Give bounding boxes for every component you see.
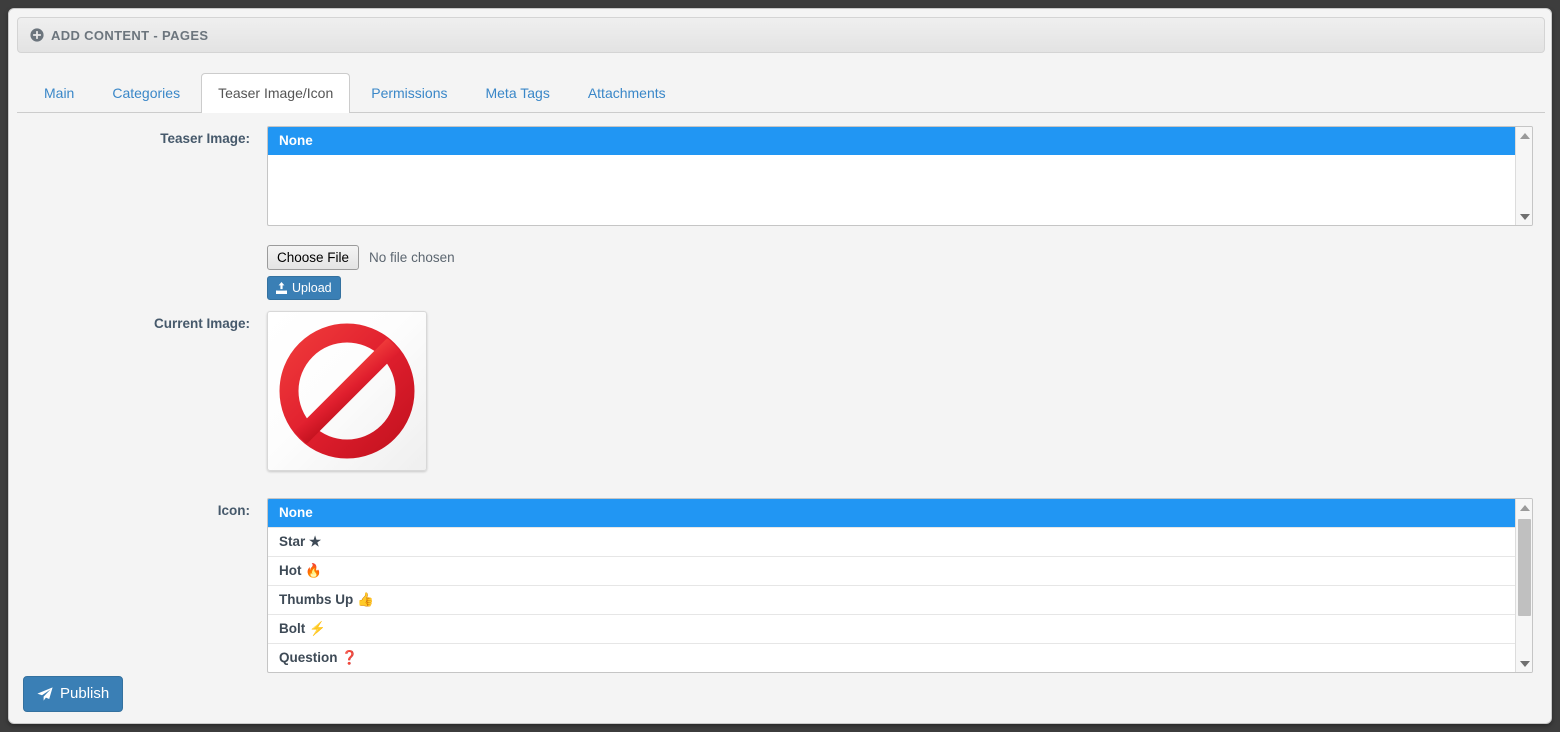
- no-entry-sign-icon: [277, 321, 417, 461]
- thumbs-up-icon: 👍: [357, 592, 374, 607]
- scroll-up-arrow-icon[interactable]: [1516, 499, 1532, 516]
- icon-label: Icon:: [217, 503, 250, 518]
- file-input-group[interactable]: Choose File No file chosen: [267, 245, 455, 270]
- icon-option-hot[interactable]: Hot 🔥: [268, 557, 1515, 586]
- star-icon: ★: [309, 534, 322, 549]
- page-title: ADD CONTENT - PAGES: [51, 27, 209, 43]
- icon-row: Icon: None Star ★ Hot 🔥 Thumbs Up 👍 Bolt…: [9, 498, 1533, 673]
- tab-bar: Main Categories Teaser Image/Icon Permis…: [17, 65, 1545, 113]
- icon-option-bolt[interactable]: Bolt ⚡: [268, 615, 1515, 644]
- upload-icon: [276, 282, 287, 294]
- tab-teaser-image-icon[interactable]: Teaser Image/Icon: [201, 73, 351, 113]
- icon-option-none[interactable]: None: [268, 499, 1515, 528]
- icon-option-question[interactable]: Question ❓: [268, 644, 1515, 672]
- plus-circle-icon: [30, 28, 44, 42]
- scrollbar-thumb[interactable]: [1518, 518, 1531, 617]
- tab-permissions[interactable]: Permissions: [354, 73, 464, 112]
- choose-file-button[interactable]: Choose File: [267, 245, 360, 270]
- content-panel: ADD CONTENT - PAGES Main Categories Teas…: [8, 8, 1552, 724]
- current-image-thumbnail[interactable]: [267, 311, 427, 471]
- icon-option-thumbs-up[interactable]: Thumbs Up 👍: [268, 586, 1515, 615]
- no-file-chosen-text: No file chosen: [369, 250, 455, 265]
- tab-main[interactable]: Main: [27, 73, 91, 112]
- scroll-down-arrow-icon[interactable]: [1516, 208, 1532, 225]
- icon-list-scrollbar[interactable]: [1515, 499, 1532, 672]
- fire-icon: 🔥: [305, 563, 323, 578]
- teaser-image-scrollbar[interactable]: [1515, 127, 1532, 225]
- scroll-up-arrow-icon[interactable]: [1516, 127, 1532, 144]
- question-icon: ❓: [341, 650, 359, 665]
- icon-option-star[interactable]: Star ★: [268, 528, 1515, 557]
- teaser-image-option-none[interactable]: None: [268, 127, 1515, 155]
- bolt-icon: ⚡: [309, 621, 326, 636]
- upload-row: Choose File No file chosen Upload: [9, 245, 455, 300]
- panel-header: ADD CONTENT - PAGES: [17, 17, 1545, 53]
- publish-button-label: Publish: [60, 685, 110, 702]
- teaser-image-listbox[interactable]: None: [267, 126, 1533, 226]
- icon-listbox[interactable]: None Star ★ Hot 🔥 Thumbs Up 👍 Bolt ⚡ Que…: [267, 498, 1533, 673]
- upload-button-label: Upload: [292, 281, 332, 295]
- upload-button[interactable]: Upload: [267, 276, 341, 300]
- scroll-down-arrow-icon[interactable]: [1516, 655, 1532, 672]
- tab-categories[interactable]: Categories: [95, 73, 197, 112]
- publish-button[interactable]: Publish: [23, 676, 124, 712]
- teaser-image-row: Teaser Image: None: [9, 126, 1533, 226]
- tab-attachments[interactable]: Attachments: [571, 73, 683, 112]
- teaser-image-label: Teaser Image:: [160, 131, 250, 146]
- tab-meta-tags[interactable]: Meta Tags: [468, 73, 566, 112]
- paper-plane-icon: [37, 687, 53, 701]
- current-image-row: Current Image:: [9, 311, 427, 471]
- current-image-label: Current Image:: [153, 316, 250, 331]
